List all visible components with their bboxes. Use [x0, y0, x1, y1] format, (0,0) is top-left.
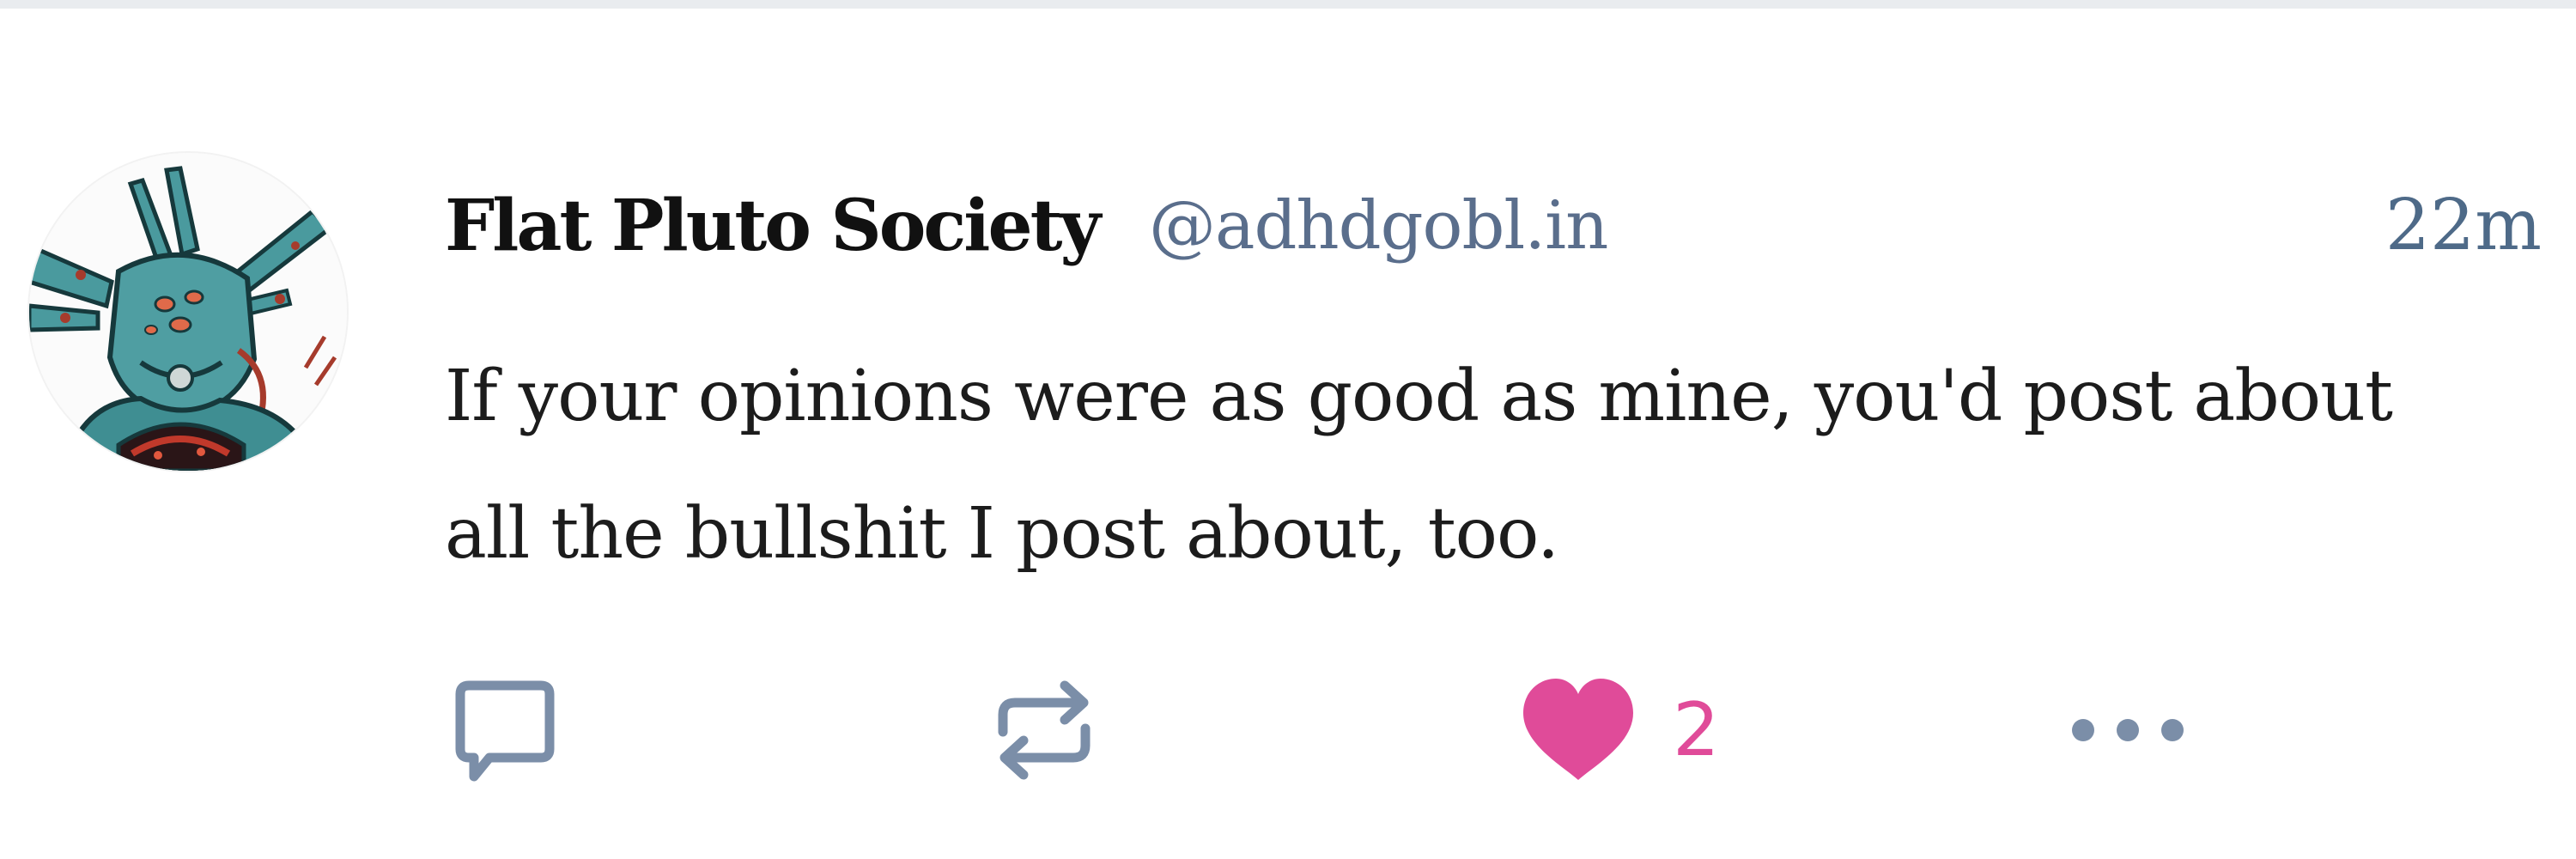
author-display-name[interactable]: Flat Pluto Society [445, 179, 1101, 273]
post-header: Flat Pluto Society @adhdgobl.in 22m [445, 179, 2549, 273]
repost-icon [998, 680, 1091, 780]
like-count: 2 [1673, 687, 1720, 773]
repost-button[interactable] [984, 670, 1104, 790]
post-text: If your opinions were as good as mine, y… [445, 356, 2393, 575]
post-card[interactable]: Flat Pluto Society @adhdgobl.in 22m If y… [0, 9, 2576, 859]
reply-button[interactable] [445, 670, 565, 790]
top-divider [0, 0, 2576, 9]
post-timestamp[interactable]: 22m [2385, 179, 2542, 273]
heart-icon [1523, 679, 1633, 780]
post-actions: 2 [445, 670, 2317, 790]
author-handle[interactable]: @adhdgobl.in [1149, 179, 1608, 273]
reply-icon [455, 680, 555, 782]
like-button[interactable]: 2 [1518, 670, 1720, 790]
avatar[interactable] [29, 153, 347, 471]
more-options-button[interactable] [2059, 670, 2196, 790]
avatar-image [29, 153, 347, 471]
ellipsis-icon [2072, 719, 2184, 741]
